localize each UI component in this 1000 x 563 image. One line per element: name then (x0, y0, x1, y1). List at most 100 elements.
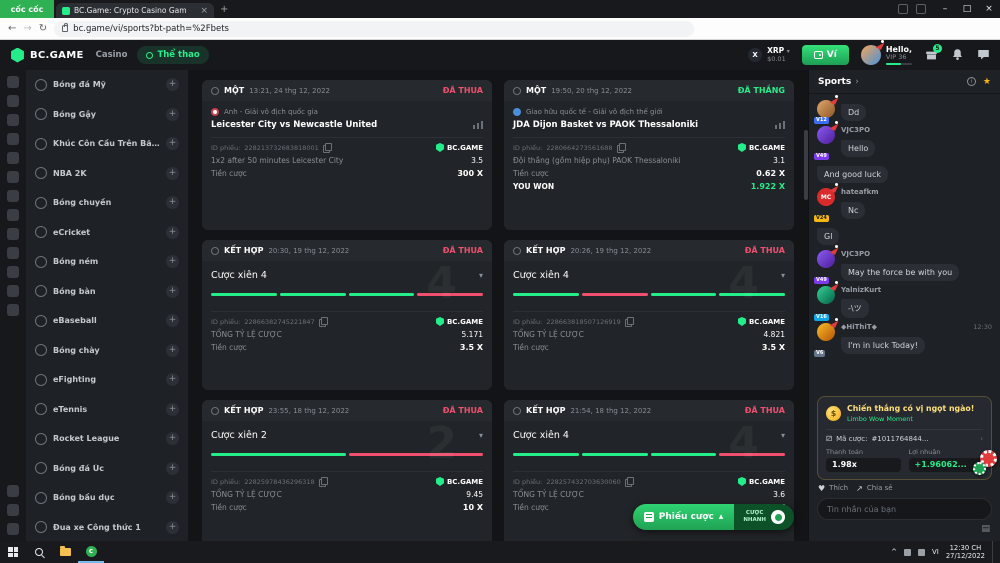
chat-username[interactable]: ◆HiThiT◆ (841, 323, 877, 331)
avatar[interactable] (817, 126, 835, 144)
bet-code-row[interactable]: ⚂ Mã cược: #1011764844... › (826, 429, 983, 443)
sidebar-item[interactable]: eTennis + (26, 395, 188, 425)
bet-card[interactable]: KẾT HỢP 20:26, 19 thg 12, 2022 ĐÃ THUA 4… (504, 240, 794, 390)
sidebar-item[interactable]: eCricket + (26, 218, 188, 248)
user-profile[interactable]: Hello, VIP 36 (861, 45, 912, 65)
tab-close-icon[interactable]: × (200, 6, 208, 16)
chevron-down-icon[interactable]: ▾ (781, 271, 785, 280)
back-button[interactable]: ← (8, 24, 16, 34)
sidebar-item[interactable]: Bóng ném + (26, 247, 188, 277)
betslip-button[interactable]: Phiếu cược ▴ (633, 504, 735, 530)
start-button[interactable] (0, 541, 26, 563)
sidebar-item[interactable]: Rocket League + (26, 424, 188, 454)
chevron-right-icon[interactable]: › (855, 77, 859, 87)
bcgame-logo[interactable]: BC.GAME (10, 48, 84, 63)
expand-sport-button[interactable]: + (166, 167, 179, 180)
coccoc-logo[interactable]: cốc cốc (0, 0, 54, 18)
chat-username[interactable]: YalnizKurt (841, 286, 881, 294)
sidebar-item[interactable]: Bóng Gậy + (26, 100, 188, 130)
win-share-card[interactable]: $ Chiến thắng có vị ngọt ngào! Limbo Wow… (817, 396, 992, 479)
bet-card[interactable]: KẾT HỢP 23:55, 18 thg 12, 2022 ĐÃ THUA 2… (202, 400, 492, 541)
sidebar-item[interactable]: Bóng đá Mỹ + (26, 70, 188, 100)
tray-expand-icon[interactable]: ^ (891, 548, 897, 556)
expand-sport-button[interactable]: + (166, 255, 179, 268)
browser-feature-icon[interactable] (898, 4, 908, 14)
quick-bet-toggle[interactable] (771, 510, 785, 524)
expand-sport-button[interactable]: + (166, 403, 179, 416)
chat-username[interactable]: hateafkm (841, 188, 879, 196)
currency-selector[interactable]: X XRP ▾ $0.01 (748, 47, 790, 63)
expand-sport-button[interactable]: + (166, 462, 179, 475)
stats-icon[interactable] (473, 121, 483, 129)
coccoc-taskbar-button[interactable]: c (78, 541, 104, 563)
close-button[interactable]: × (978, 4, 1000, 14)
new-tab-button[interactable]: + (220, 4, 228, 15)
copy-icon[interactable] (625, 477, 633, 486)
expand-sport-button[interactable]: + (166, 314, 179, 327)
expand-sport-button[interactable]: + (166, 491, 179, 504)
chevron-down-icon[interactable]: ▾ (479, 271, 483, 280)
avatar[interactable] (817, 100, 835, 118)
bet-card[interactable]: KẾT HỢP 20:30, 19 thg 12, 2022 ĐÃ THUA 4… (202, 240, 492, 390)
language-indicator[interactable]: VI (932, 548, 939, 556)
taskbar-clock[interactable]: 12:30 CH 27/12/2022 (946, 544, 985, 561)
browser-feature-icon[interactable] (916, 4, 926, 14)
expand-sport-button[interactable]: + (166, 78, 179, 91)
chat-username[interactable]: VJC3PO (841, 126, 870, 134)
sidebar-item[interactable]: Bóng bàn + (26, 277, 188, 307)
sidebar-item[interactable]: Đua xe Công thức 1 + (26, 513, 188, 542)
show-desktop-button[interactable] (992, 541, 995, 563)
sidebar-item[interactable]: eFighting + (26, 365, 188, 395)
sidebar-item[interactable]: Bóng chày + (26, 336, 188, 366)
avatar[interactable] (861, 45, 881, 65)
copy-icon[interactable] (319, 317, 327, 326)
expand-sport-button[interactable]: + (166, 432, 179, 445)
bet-card[interactable]: MỘT 19:50, 20 thg 12, 2022 ĐÃ THẮNG Giao… (504, 80, 794, 230)
sidebar-item[interactable]: Khúc Côn Cầu Trên Băng + (26, 129, 188, 159)
quick-bet[interactable]: CƯỢCNHANH (734, 504, 794, 530)
bet-card[interactable]: MỘT 13:21, 24 thg 12, 2022 ĐÃ THUA Anh -… (202, 80, 492, 230)
trophy-icon[interactable]: ★ (983, 77, 991, 87)
expand-sport-button[interactable]: + (166, 521, 179, 534)
volume-icon[interactable] (918, 549, 925, 556)
expand-sport-button[interactable]: + (166, 108, 179, 121)
sidebar-item[interactable]: eBaseball + (26, 306, 188, 336)
chat-bubble-icon[interactable] (976, 48, 990, 62)
chevron-down-icon[interactable]: ▾ (781, 431, 785, 440)
network-icon[interactable] (904, 549, 911, 556)
nav-casino[interactable]: Casino (96, 50, 128, 60)
chevron-down-icon[interactable]: ▾ (479, 431, 483, 440)
forward-button[interactable]: → (23, 24, 31, 34)
nav-sports[interactable]: Thể thao (137, 46, 208, 64)
sidebar-item[interactable]: Bóng chuyền + (26, 188, 188, 218)
expand-sport-button[interactable]: + (166, 137, 179, 150)
wallet-button[interactable]: Ví (802, 45, 849, 65)
chat-menu-icon[interactable]: ▤ (981, 524, 990, 534)
file-explorer-button[interactable] (52, 541, 78, 563)
expand-sport-button[interactable]: + (166, 344, 179, 357)
maximize-button[interactable]: □ (956, 4, 978, 14)
sidebar-item[interactable]: NBA 2K + (26, 159, 188, 189)
copy-icon[interactable] (617, 143, 625, 152)
taskbar-search-button[interactable] (26, 541, 52, 563)
avatar[interactable] (817, 250, 835, 268)
expand-sport-button[interactable]: + (166, 373, 179, 386)
expand-sport-button[interactable]: + (166, 285, 179, 298)
avatar[interactable] (817, 323, 835, 341)
chat-username[interactable]: VJC3PO (841, 250, 870, 258)
bell-icon[interactable] (950, 48, 964, 62)
minimize-button[interactable]: – (934, 4, 956, 14)
share-button[interactable]: ↗ Chia sẻ (856, 484, 892, 493)
chat-room-title[interactable]: Sports (818, 77, 851, 87)
gift-icon[interactable]: 5 (924, 48, 938, 62)
avatar[interactable] (817, 286, 835, 304)
copy-icon[interactable] (625, 317, 633, 326)
copy-icon[interactable] (323, 143, 331, 152)
chat-input[interactable] (817, 498, 992, 520)
info-icon[interactable]: i (967, 77, 976, 86)
expand-sport-button[interactable]: + (166, 196, 179, 209)
sidebar-item[interactable]: Bóng đá Úc + (26, 454, 188, 484)
refresh-button[interactable]: ↻ (39, 24, 47, 34)
browser-tab[interactable]: BC.Game: Crypto Casino Gam × (56, 3, 214, 18)
like-button[interactable]: ♥ Thích (818, 484, 848, 493)
